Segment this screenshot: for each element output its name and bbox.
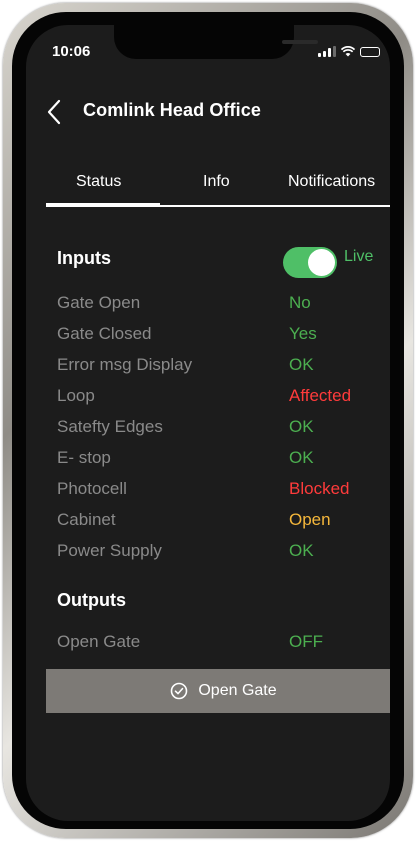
outputs-heading: Outputs bbox=[57, 590, 126, 610]
input-label: Satefty Edges bbox=[57, 417, 163, 436]
input-label: Photocell bbox=[57, 479, 127, 498]
wifi-icon bbox=[341, 46, 355, 57]
input-value: Open bbox=[289, 510, 331, 529]
input-row-power-supply: Power Supply OK bbox=[57, 541, 377, 565]
tab-info[interactable]: Info bbox=[203, 173, 230, 191]
header: Comlink Head Office bbox=[26, 91, 390, 131]
input-row-photocell: Photocell Blocked bbox=[57, 479, 377, 503]
input-label: Power Supply bbox=[57, 541, 162, 560]
inputs-heading: Inputs bbox=[57, 248, 111, 268]
speaker-grille bbox=[282, 40, 318, 44]
input-row-safety-edges: Satefty Edges OK bbox=[57, 417, 377, 441]
page-title: Comlink Head Office bbox=[83, 100, 261, 120]
live-toggle[interactable] bbox=[283, 247, 337, 278]
input-row-cabinet: Cabinet Open bbox=[57, 510, 377, 534]
status-icons bbox=[318, 45, 380, 57]
input-row-loop: Loop Affected bbox=[57, 386, 377, 410]
status-time: 10:06 bbox=[52, 43, 91, 60]
open-gate-button[interactable]: Open Gate bbox=[46, 669, 390, 713]
input-value: Blocked bbox=[289, 479, 350, 498]
output-label: Open Gate bbox=[57, 632, 141, 651]
back-chevron-icon[interactable] bbox=[44, 97, 68, 127]
phone-frame: 10:06 Comlink Head Office Status Info No… bbox=[3, 3, 413, 838]
notch bbox=[114, 25, 318, 59]
tab-status[interactable]: Status bbox=[76, 173, 121, 191]
input-row-e-stop: E- stop OK bbox=[57, 448, 377, 472]
battery-icon bbox=[360, 47, 380, 57]
input-label: E- stop bbox=[57, 448, 111, 467]
input-row-gate-closed: Gate Closed Yes bbox=[57, 324, 377, 348]
input-label: Error msg Display bbox=[57, 355, 193, 374]
input-value: No bbox=[289, 293, 311, 312]
live-label: Live bbox=[344, 248, 374, 265]
input-label: Gate Closed bbox=[57, 324, 152, 343]
tab-notifications[interactable]: Notifications bbox=[288, 173, 375, 191]
input-row-gate-open: Gate Open No bbox=[57, 293, 377, 317]
active-tab-indicator bbox=[46, 203, 160, 207]
app-screen: 10:06 Comlink Head Office Status Info No… bbox=[26, 25, 390, 821]
check-circle-icon bbox=[171, 682, 188, 700]
input-value: Yes bbox=[289, 324, 317, 343]
tab-bar: Status Info Notifications bbox=[46, 173, 390, 207]
input-label: Gate Open bbox=[57, 293, 141, 312]
toggle-knob bbox=[308, 249, 335, 276]
input-value: OK bbox=[289, 355, 314, 374]
input-label: Cabinet bbox=[57, 510, 116, 529]
open-gate-button-label: Open Gate bbox=[198, 682, 277, 699]
input-value: OK bbox=[289, 448, 314, 467]
input-value: OK bbox=[289, 541, 314, 560]
output-value: OFF bbox=[289, 632, 323, 651]
input-row-error-msg-display: Error msg Display OK bbox=[57, 355, 377, 379]
signal-icon bbox=[318, 46, 336, 57]
input-value: Affected bbox=[289, 386, 352, 405]
output-row-open-gate: Open Gate OFF bbox=[57, 632, 377, 656]
input-value: OK bbox=[289, 417, 314, 436]
input-label: Loop bbox=[57, 386, 95, 405]
